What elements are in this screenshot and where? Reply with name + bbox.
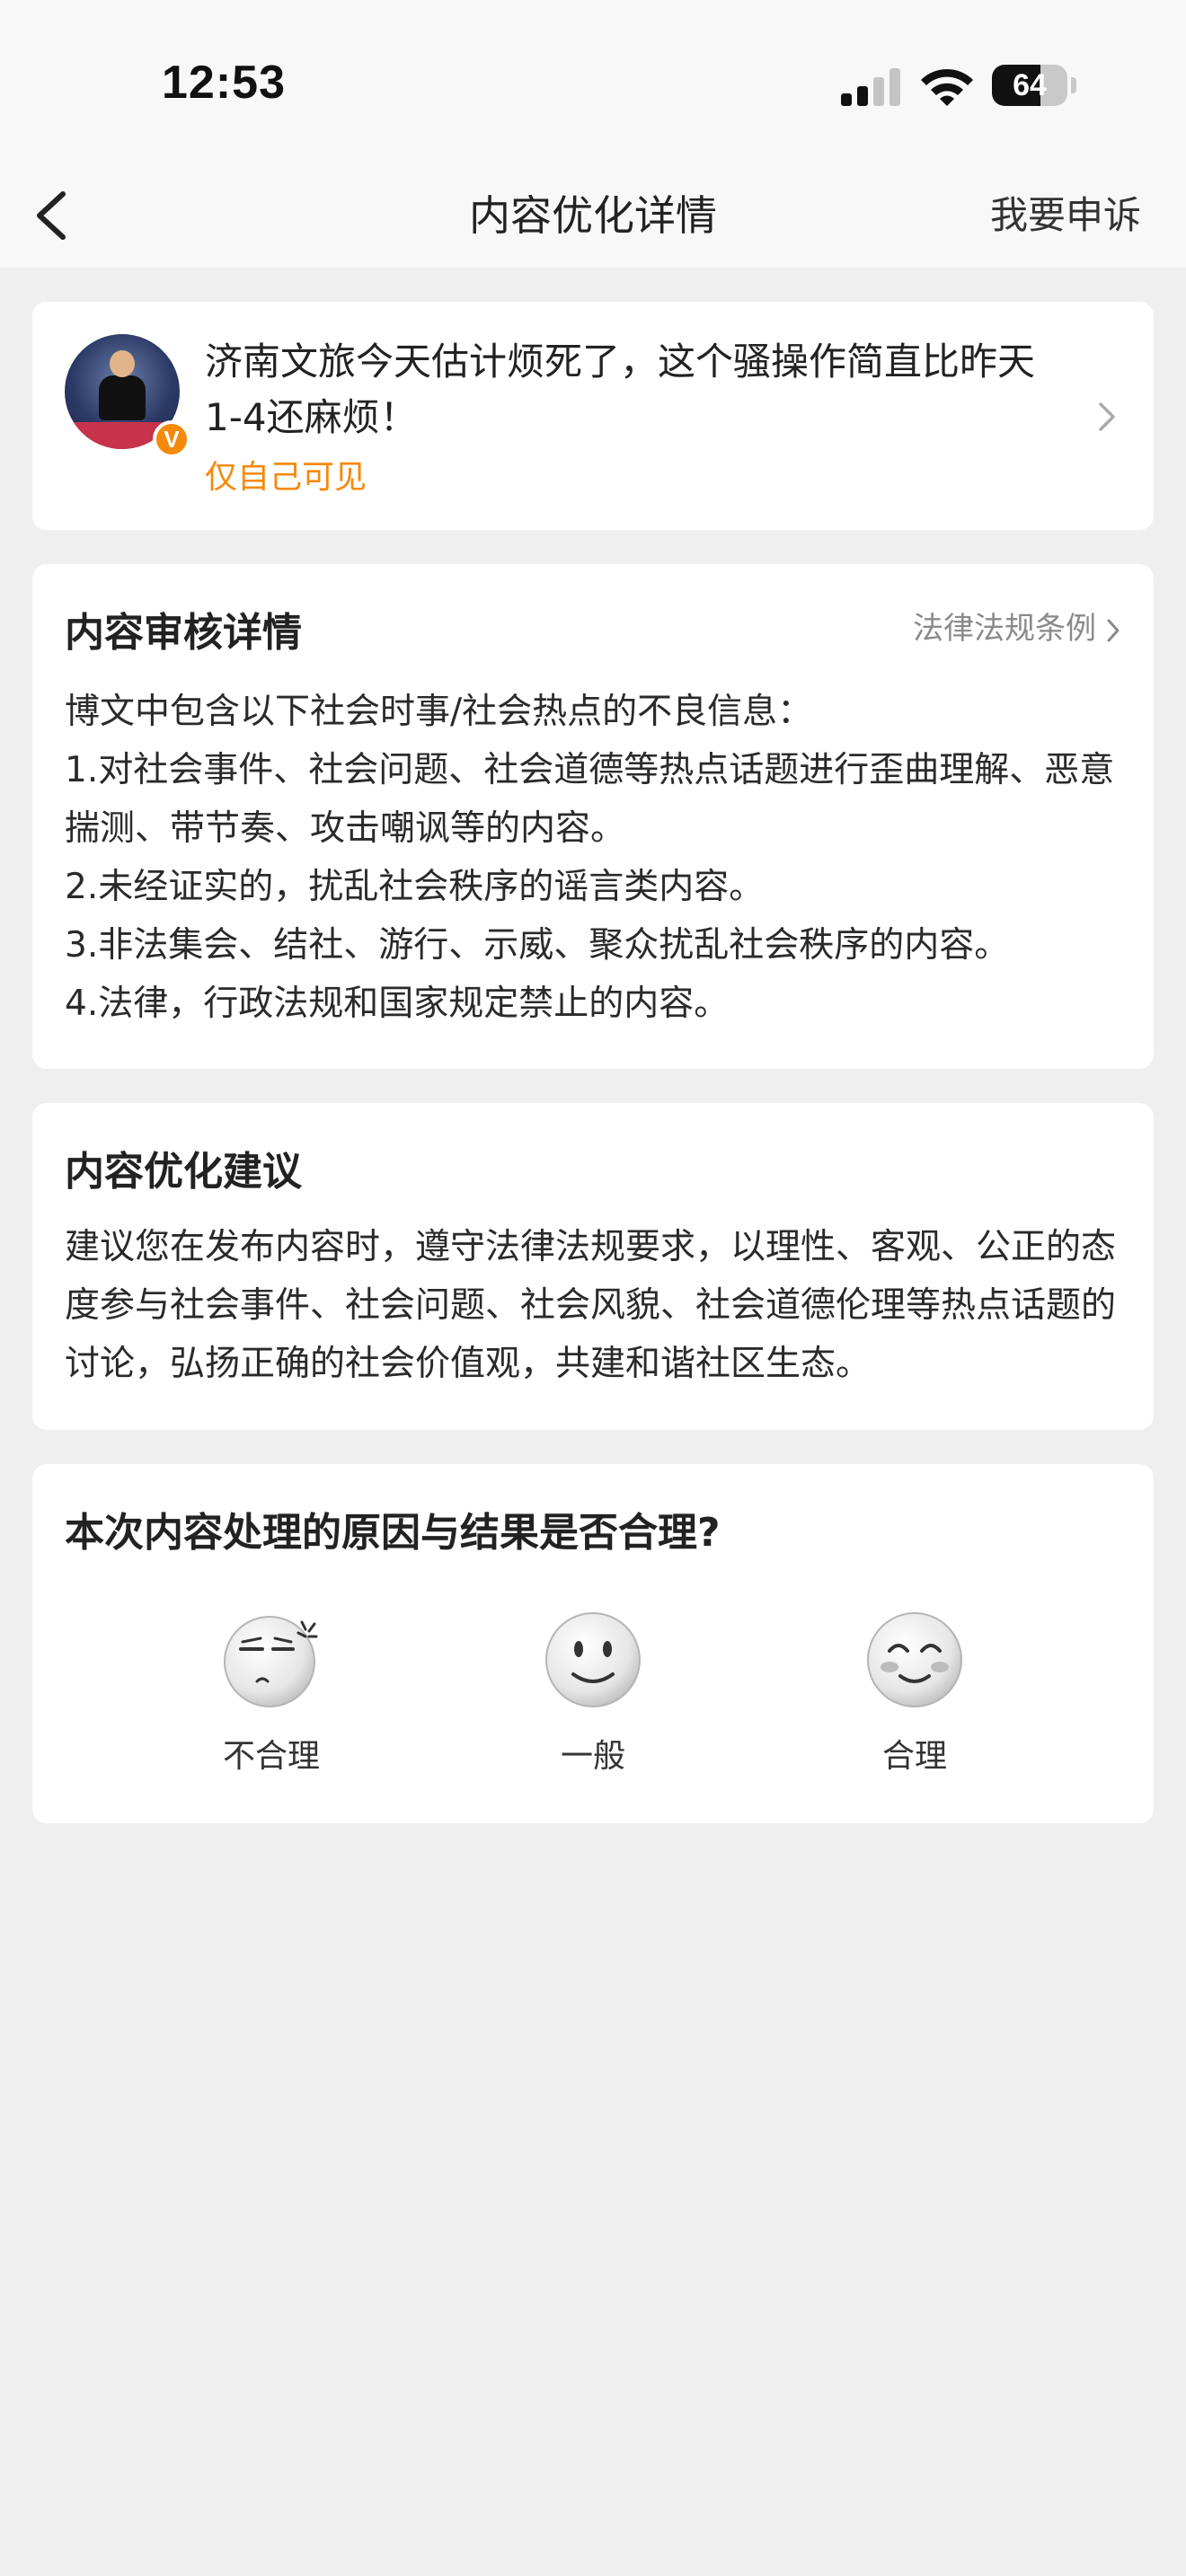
status-time: 12:53 <box>162 57 286 109</box>
post-text: 济南文旅今天估计烦死了，这个骚操作简直比昨天1-4还麻烦！ <box>205 340 1036 439</box>
suggestion-body: 建议您在发布内容时，遵守法律法规要求，以理性、客观、公正的态度参与社会事件、社会… <box>65 1227 1117 1384</box>
feedback-option-reasonable[interactable]: 合理 <box>825 1610 1005 1777</box>
option-label: 一般 <box>560 1738 625 1775</box>
feedback-option-unreasonable[interactable]: 不合理 <box>181 1610 361 1777</box>
battery-nub <box>1071 77 1076 93</box>
review-intro: 博文中包含以下社会时事/社会热点的不良信息： <box>65 692 813 732</box>
review-item: 4.法律，行政法规和国家规定禁止的内容。 <box>65 984 730 1024</box>
cellular-signal-icon <box>841 66 900 106</box>
wifi-icon <box>921 68 973 106</box>
chevron-right-icon <box>1107 619 1120 641</box>
verified-badge-icon: V <box>153 420 190 458</box>
law-link-label: 法律法规条例 <box>913 611 1096 647</box>
visibility-label: 仅自己可见 <box>205 459 367 496</box>
annoyed-face-icon <box>224 1616 318 1707</box>
happy-blush-face-icon <box>867 1612 962 1707</box>
feedback-card: 本次内容处理的原因与结果是否合理? 不合理 一般 合理 <box>32 1464 1154 1823</box>
battery-icon: 64 <box>992 65 1067 106</box>
chevron-right-icon <box>1099 402 1115 431</box>
navigation-bar: 内容优化详情 我要申诉 <box>0 162 1186 268</box>
optimization-suggestion-card: 内容优化建议 建议您在发布内容时，遵守法律法规要求，以理性、客观、公正的态度参与… <box>32 1103 1154 1430</box>
status-bar: 12:53 64 <box>0 0 1186 162</box>
suggestion-title: 内容优化建议 <box>65 1149 302 1195</box>
review-body: 博文中包含以下社会时事/社会热点的不良信息： 1.对社会事件、社会问题、社会道德… <box>65 683 1125 1033</box>
neutral-smile-face-icon <box>545 1612 641 1707</box>
post-card[interactable]: V 济南文旅今天估计烦死了，这个骚操作简直比昨天1-4还麻烦！ 仅自己可见 <box>32 302 1154 530</box>
battery-level: 64 <box>1013 68 1047 102</box>
option-label: 合理 <box>881 1738 947 1775</box>
option-label: 不合理 <box>222 1738 320 1775</box>
review-details-card: 内容审核详情 法律法规条例 博文中包含以下社会时事/社会热点的不良信息： 1.对… <box>32 564 1154 1069</box>
feedback-option-average[interactable]: 一般 <box>503 1610 683 1777</box>
review-title: 内容审核详情 <box>65 610 302 656</box>
appeal-button[interactable]: 我要申诉 <box>990 185 1141 240</box>
law-regulations-link[interactable]: 法律法规条例 <box>913 604 1121 648</box>
review-item: 2.未经证实的，扰乱社会秩序的谣言类内容。 <box>65 867 765 907</box>
feedback-question: 本次内容处理的原因与结果是否合理? <box>65 1510 721 1556</box>
review-item: 1.对社会事件、社会问题、社会道德等热点话题进行歪曲理解、恶意揣测、带节奏、攻击… <box>65 750 1115 849</box>
review-item: 3.非法集会、结社、游行、示威、聚众扰乱社会秩序的内容。 <box>65 925 1010 966</box>
